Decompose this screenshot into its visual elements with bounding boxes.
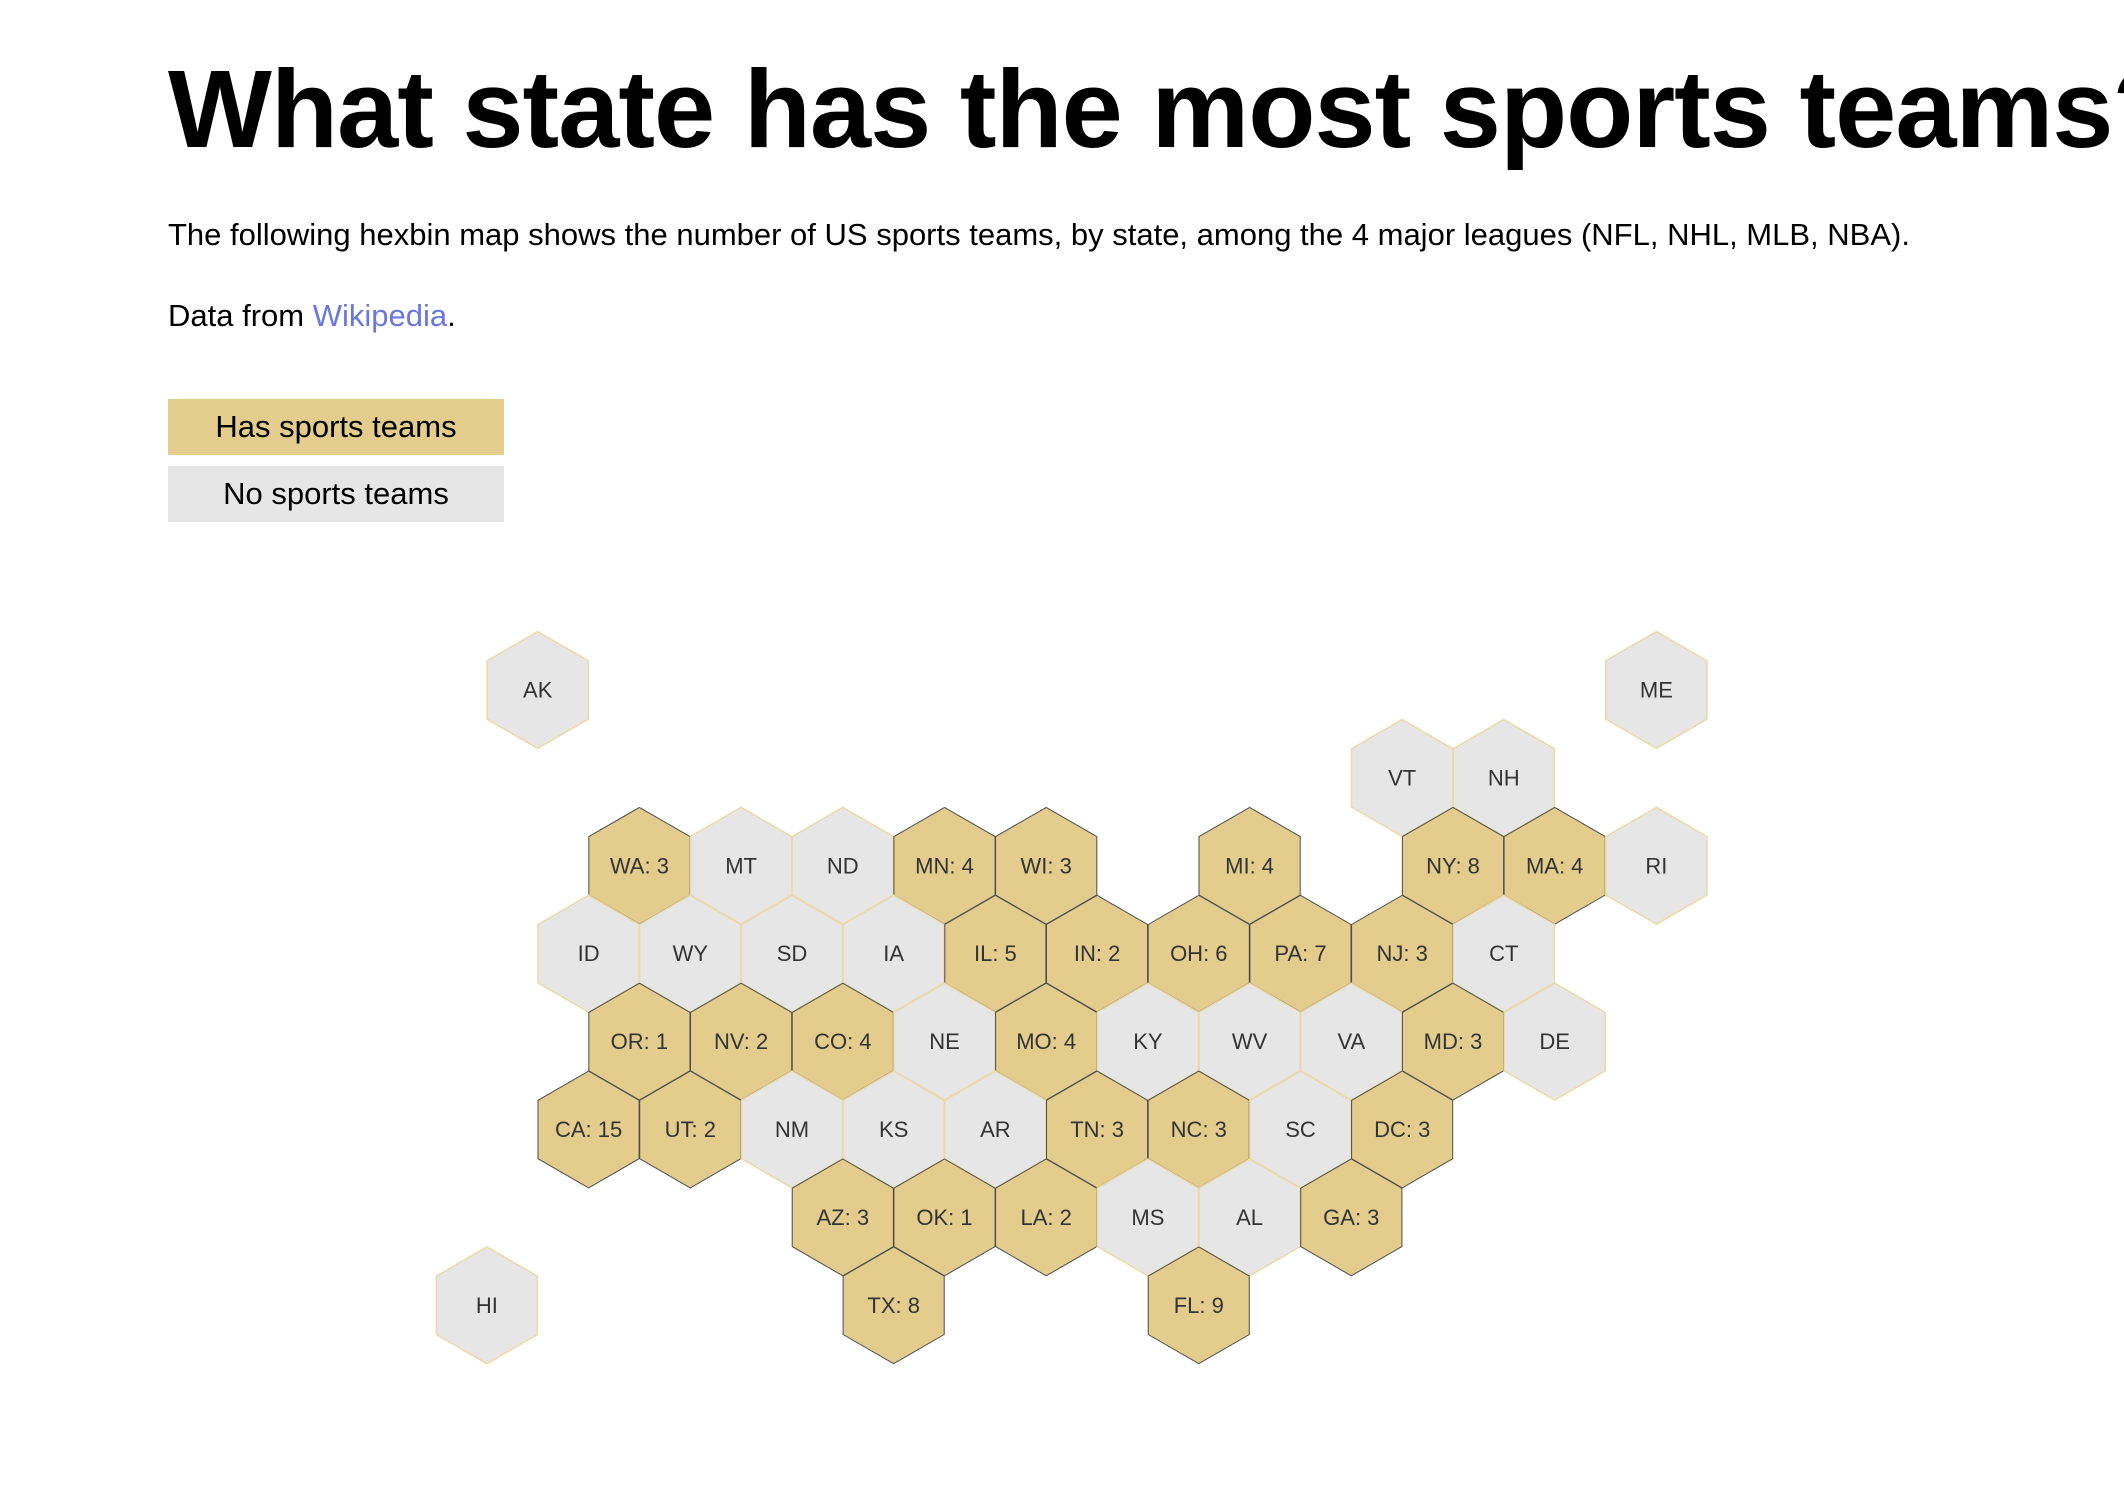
hex-label-ok: OK: 1 bbox=[916, 1205, 972, 1230]
hex-label-md: MD: 3 bbox=[1424, 1029, 1483, 1054]
hex-label-wi: WI: 3 bbox=[1021, 853, 1072, 878]
hex-label-fl: FL: 9 bbox=[1174, 1293, 1224, 1318]
hex-me: ME bbox=[1605, 630, 1708, 750]
hex-label-nd: ND bbox=[827, 853, 859, 878]
hex-label-wy: WY bbox=[673, 941, 709, 966]
hex-label-nc: NC: 3 bbox=[1171, 1117, 1227, 1142]
hex-ak: AK bbox=[486, 630, 590, 750]
hex-label-in: IN: 2 bbox=[1074, 941, 1120, 966]
hex-label-de: DE bbox=[1539, 1029, 1570, 1054]
hex-label-la: LA: 2 bbox=[1021, 1205, 1072, 1230]
hex-label-ca: CA: 15 bbox=[555, 1117, 622, 1142]
hex-label-ak: AK bbox=[523, 678, 553, 703]
hex-label-il: IL: 5 bbox=[974, 941, 1017, 966]
hex-label-tn: TN: 3 bbox=[1070, 1117, 1124, 1142]
hex-label-ri: RI bbox=[1645, 853, 1667, 878]
hex-label-hi: HI bbox=[476, 1293, 498, 1318]
hex-hi: HI bbox=[435, 1246, 539, 1365]
hex-label-ar: AR bbox=[980, 1117, 1011, 1142]
hex-label-va: VA bbox=[1337, 1029, 1365, 1054]
hex-label-ia: IA bbox=[883, 941, 904, 966]
hexbin-map: AK ME VT NH WA: 3 MT ND MN: 4 WI: 3 MI: 4 NY: 8 MA:… bbox=[435, 630, 1708, 1365]
hex-label-az: AZ: 3 bbox=[817, 1205, 870, 1230]
hex-ri: RI bbox=[1605, 806, 1708, 926]
hex-label-sc: SC bbox=[1285, 1117, 1316, 1142]
hex-label-wa: WA: 3 bbox=[610, 853, 669, 878]
hex-label-mn: MN: 4 bbox=[915, 853, 974, 878]
hex-label-ct: CT bbox=[1489, 941, 1518, 966]
hex-label-wv: WV bbox=[1232, 1029, 1268, 1054]
hex-label-id: ID bbox=[578, 941, 600, 966]
hex-label-co: CO: 4 bbox=[814, 1029, 871, 1054]
hex-label-mi: MI: 4 bbox=[1225, 853, 1274, 878]
hex-label-ne: NE bbox=[929, 1029, 960, 1054]
hex-label-mt: MT bbox=[725, 853, 757, 878]
hex-label-oh: OH: 6 bbox=[1170, 941, 1227, 966]
hex-label-ky: KY bbox=[1133, 1029, 1163, 1054]
hex-label-nj: NJ: 3 bbox=[1377, 941, 1428, 966]
hex-label-ga: GA: 3 bbox=[1323, 1205, 1379, 1230]
hex-label-ks: KS bbox=[879, 1117, 908, 1142]
hex-label-nm: NM bbox=[775, 1117, 809, 1142]
hex-label-ms: MS bbox=[1131, 1205, 1164, 1230]
hex-label-nh: NH bbox=[1488, 765, 1520, 790]
hex-label-dc: DC: 3 bbox=[1374, 1117, 1430, 1142]
hex-label-tx: TX: 8 bbox=[867, 1293, 920, 1318]
hex-label-pa: PA: 7 bbox=[1274, 941, 1326, 966]
hex-label-mo: MO: 4 bbox=[1016, 1029, 1076, 1054]
hex-label-nv: NV: 2 bbox=[714, 1029, 768, 1054]
hex-label-or: OR: 1 bbox=[611, 1029, 668, 1054]
hex-label-ut: UT: 2 bbox=[665, 1117, 716, 1142]
hex-label-al: AL bbox=[1236, 1205, 1263, 1230]
hex-label-sd: SD bbox=[777, 941, 808, 966]
hex-label-ma: MA: 4 bbox=[1526, 853, 1583, 878]
hex-label-ny: NY: 8 bbox=[1426, 853, 1480, 878]
hex-label-vt: VT bbox=[1388, 765, 1416, 790]
hex-label-me: ME bbox=[1640, 678, 1673, 703]
